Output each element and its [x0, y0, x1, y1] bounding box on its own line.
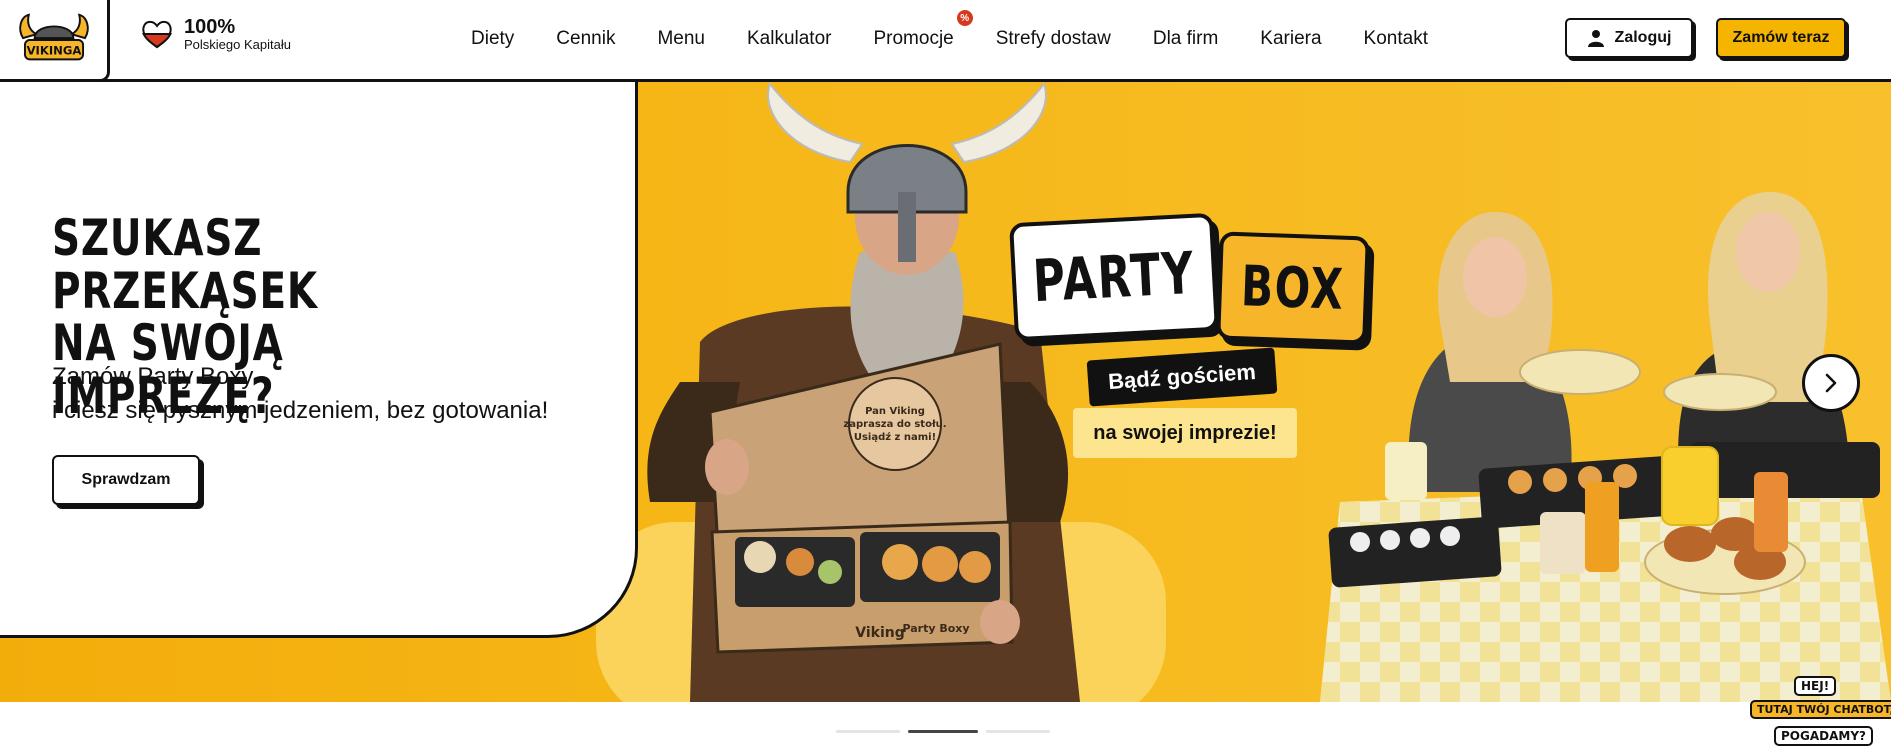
check-offer-button[interactable]: Sprawdzam: [52, 455, 200, 505]
box-print-line3: Usiądź z nami!: [854, 431, 936, 443]
party-sticker: PARTY: [1009, 212, 1219, 342]
chatbot-bubble-1: HEJ!: [1794, 676, 1837, 696]
promo-percent-badge: %: [956, 10, 973, 26]
nav-dla-firm[interactable]: Dla firm: [1132, 28, 1239, 50]
hero-subtitle-line1: Zamów Party Boxy: [52, 363, 254, 390]
chatbot-bubble-2: TUTAJ TWÓJ CHATBOT,: [1750, 700, 1891, 719]
logo-text: VIKINGA: [26, 43, 81, 57]
hero-text-panel: SZUKASZ PRZEKĄSEK NA SWOJĄ IMPREZĘ? Zamó…: [0, 82, 638, 638]
party-sticker-text: PARTY: [1031, 238, 1197, 316]
nav-kalkulator[interactable]: Kalkulator: [726, 28, 853, 50]
nav-cennik[interactable]: Cennik: [535, 28, 636, 50]
order-now-button[interactable]: Zamów teraz: [1716, 18, 1846, 58]
slider-dot-2-active[interactable]: [908, 730, 978, 733]
main-nav: Diety Cennik Menu Kalkulator Promocje% S…: [450, 0, 1449, 78]
chatbot-launcher[interactable]: HEJ! TUTAJ TWÓJ CHATBOT, POGADAMY?: [1748, 676, 1891, 752]
login-label: Zaloguj: [1614, 29, 1672, 46]
nav-promocje-label: Promocje: [873, 28, 954, 49]
slider-dot-1[interactable]: [836, 730, 900, 733]
capital-label: Polskiego Kapitału: [184, 37, 291, 52]
box-print-label: Party Boxy: [902, 622, 969, 635]
login-button[interactable]: Zaloguj: [1565, 18, 1693, 58]
box-print-line1: Pan Viking: [865, 406, 925, 417]
viking-logo-icon: VIKINGA: [18, 12, 89, 60]
hero-subtitle-line2: i ciesz się pysznym jedzeniem, bez gotow…: [52, 396, 549, 424]
slider-pagination: [836, 730, 1050, 733]
box-print-brand: Viking: [855, 625, 905, 641]
slider-dot-3[interactable]: [986, 730, 1050, 733]
nav-strefy-dostaw[interactable]: Strefy dostaw: [975, 28, 1132, 50]
capital-percent: 100%: [184, 16, 236, 38]
logo-link[interactable]: VIKINGA: [0, 0, 110, 82]
box-sticker: BOX: [1216, 231, 1370, 345]
chevron-right-icon: [1825, 373, 1837, 393]
next-slide-button[interactable]: [1802, 354, 1860, 412]
box-sticker-text: BOX: [1240, 253, 1346, 323]
nav-promocje[interactable]: Promocje%: [852, 10, 974, 50]
polish-flag-heart-icon: [142, 21, 172, 49]
hero-slider: Pan Viking zaprasza do stołu. Usiądź z n…: [0, 82, 1891, 702]
nav-diety[interactable]: Diety: [450, 28, 535, 50]
hero-title-line1: SZUKASZ PRZEKĄSEK: [52, 209, 318, 320]
user-icon: [1587, 30, 1604, 47]
hero-subtitle: Zamów Party Boxy i ciesz się pysznym jed…: [52, 360, 548, 427]
box-print-line2: zaprasza do stołu.: [843, 419, 946, 430]
polish-capital-badge: 100% Polskiego Kapitału: [140, 16, 291, 52]
site-header: VIKINGA 100% Polskiego Kapitału Diety Ce…: [0, 0, 1891, 82]
chatbot-bubble-3: POGADAMY?: [1774, 726, 1873, 746]
nav-kontakt[interactable]: Kontakt: [1343, 28, 1449, 50]
own-party-tagline: na swojej imprezie!: [1073, 408, 1297, 458]
nav-menu[interactable]: Menu: [636, 28, 726, 50]
nav-kariera[interactable]: Kariera: [1239, 28, 1342, 50]
